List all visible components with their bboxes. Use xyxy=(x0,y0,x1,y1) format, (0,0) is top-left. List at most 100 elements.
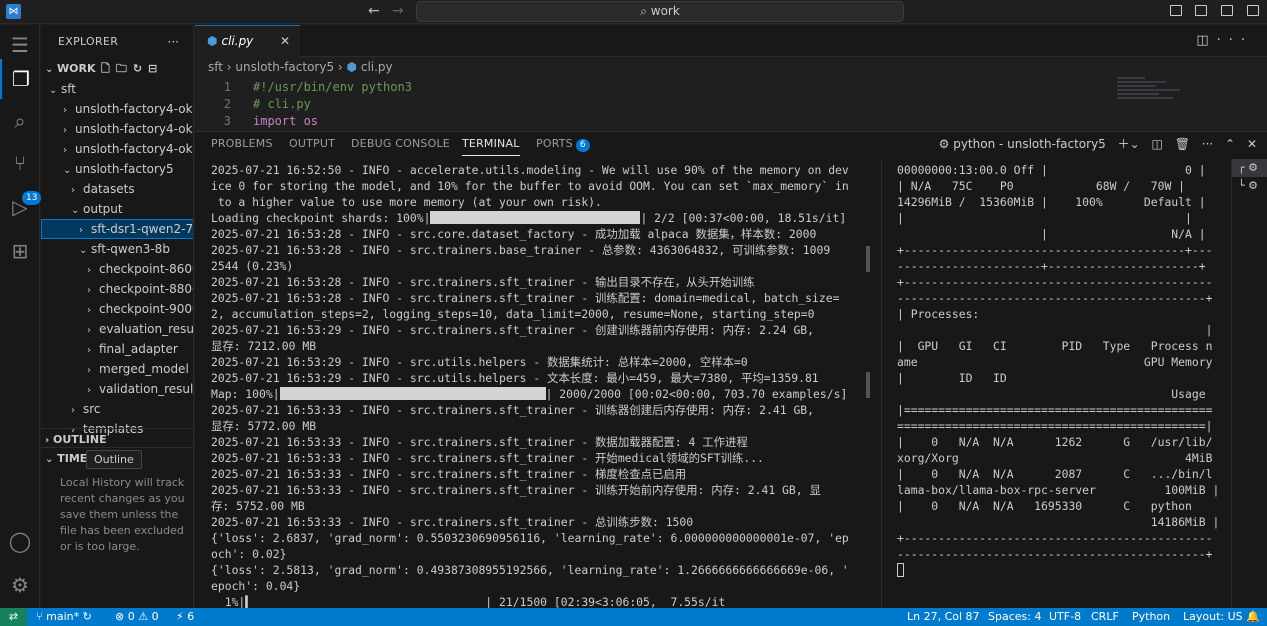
back-arrow-icon[interactable]: ← xyxy=(368,3,380,19)
breadcrumb-item[interactable]: unsloth-factory5 xyxy=(235,60,334,74)
tree-item[interactable]: › unsloth-factory4-ok5 xyxy=(41,139,194,159)
terminal-line: 2025-07-21 16:53:28 - INFO - src.core.da… xyxy=(211,227,817,241)
keyboard-layout[interactable]: Layout: US xyxy=(1183,608,1243,626)
tree-item[interactable]: ⌄ sft-qwen3-8b xyxy=(41,239,193,259)
tree-item[interactable]: › merged_model xyxy=(41,359,193,379)
chevron-right-icon: › xyxy=(87,325,91,336)
terminal-line: | xyxy=(897,323,1213,337)
tree-item[interactable]: › checkpoint-9000 xyxy=(41,299,193,319)
tree-item[interactable]: › unsloth-factory4-ok4 xyxy=(41,119,193,139)
kill-terminal-icon[interactable]: 🗑 xyxy=(1175,137,1190,151)
terminal-list-item[interactable]: └ ⚙ xyxy=(1232,177,1267,195)
extensions-icon[interactable]: ⊞ xyxy=(0,231,40,271)
tab-cli-py[interactable]: ⬢ cli.py ✕ xyxy=(195,25,300,57)
chevron-right-icon: › xyxy=(79,225,83,236)
tree-item[interactable]: › final_adapter xyxy=(41,339,193,359)
terminal-line: lama-box/llama-box-rpc-server 100MiB | xyxy=(897,483,1220,497)
tab-output[interactable]: OUTPUT xyxy=(289,132,335,156)
toggle-secondary-sidebar-icon[interactable] xyxy=(1221,5,1234,16)
toggle-primary-sidebar-icon[interactable] xyxy=(1169,5,1182,16)
editor-actions[interactable]: ◫··· xyxy=(1196,33,1253,48)
tree-item-label: output xyxy=(83,202,123,216)
language-mode[interactable]: Python xyxy=(1132,608,1170,626)
chevron-right-icon: › xyxy=(87,285,91,296)
panel-tabs: PROBLEMS OUTPUT DEBUG CONSOLE TERMINAL P… xyxy=(195,132,1267,156)
branch-item[interactable]: ⑂ main* ↻ xyxy=(36,608,92,626)
terminal-scrollbar[interactable] xyxy=(866,246,870,272)
explorer-icon[interactable]: ❐ xyxy=(0,59,40,99)
terminal-right[interactable]: 00000000:13:00.0 Off | 0 | | N/A 75C P0 6… xyxy=(897,162,1222,609)
tree-item[interactable]: › evaluation_resu... xyxy=(41,319,193,339)
chevron-down-icon: ⌄ xyxy=(71,205,80,216)
remote-icon[interactable]: ⇄ xyxy=(0,608,27,626)
command-center[interactable]: ⌕ work xyxy=(416,1,904,22)
tree-item[interactable]: › src xyxy=(41,399,193,419)
notifications-icon[interactable]: 🔔 xyxy=(1246,608,1260,626)
terminal-scrollbar[interactable] xyxy=(866,372,870,398)
ports-item[interactable]: ⚡ 6 xyxy=(176,608,194,626)
more-actions-icon[interactable]: ··· xyxy=(168,25,179,59)
terminal-line: 2025-07-21 16:52:50 - INFO - accelerate.… xyxy=(211,163,849,177)
tree-item[interactable]: › sft-dsr1-qwen2-7b xyxy=(41,219,193,239)
terminal-line: |=======================================… xyxy=(897,403,1213,417)
account-icon[interactable]: ◯ xyxy=(0,521,40,561)
line-number: 2 xyxy=(223,97,231,111)
tab-ports[interactable]: PORTS 6 xyxy=(536,132,590,156)
tree-item[interactable]: › checkpoint-8800 xyxy=(41,279,193,299)
search-icon[interactable]: ⌕ xyxy=(0,101,40,141)
breadcrumb-item[interactable]: cli.py xyxy=(361,60,393,74)
activity-bar: ☰ ❐ ⌕ ⑂ 13 ▷ ⊞ ◯ ⚙ xyxy=(0,25,42,608)
code-area[interactable]: 1 #!/usr/bin/env python3 2 # cli.py 3 impor… xyxy=(195,79,1095,130)
chevron-down-icon: ⌄ xyxy=(45,454,54,465)
terminal-line: Map: 100%| | 2000/2000 [00:02<00:00, 703.… xyxy=(211,387,848,401)
terminal-list-item[interactable]: ┌ ⚙ xyxy=(1232,159,1267,177)
tree-item[interactable]: › checkpoint-8600 xyxy=(41,259,193,279)
close-icon[interactable]: ✕ xyxy=(280,26,290,57)
settings-gear-icon[interactable]: ⚙ xyxy=(0,565,40,605)
tree-item[interactable]: › datasets xyxy=(41,179,193,199)
tab-problems[interactable]: PROBLEMS xyxy=(211,132,273,156)
terminal-list: ┌ ⚙ └ ⚙ xyxy=(1231,159,1267,609)
cursor-position[interactable]: Ln 27, Col 87 xyxy=(907,608,980,626)
terminal-line: {'loss': 2.6837, 'grad_norm': 0.55032306… xyxy=(211,531,849,545)
run-debug-icon[interactable]: ▷ xyxy=(0,187,40,227)
new-terminal-icon[interactable]: ＋⌄ xyxy=(1118,137,1140,151)
chevron-right-icon: › xyxy=(63,105,67,116)
explorer-actions[interactable]: 🗋🗀↻⊟ xyxy=(101,59,163,79)
terminal-line: Loading checkpoint shards: 100%| | 2/2 [0… xyxy=(211,211,847,225)
terminal-line: +---------------------------------------… xyxy=(897,243,1213,257)
forward-arrow-icon[interactable]: → xyxy=(392,3,404,19)
terminal-line: 2025-07-21 16:53:33 - INFO - src.trainer… xyxy=(211,451,764,465)
toggle-panel-icon[interactable] xyxy=(1195,5,1208,16)
tree-item[interactable]: › unsloth-factory4-ok3 xyxy=(41,99,193,119)
terminal-line: 14296MiB / 15360MiB | 100% Default | xyxy=(897,195,1206,209)
close-panel-icon[interactable]: ✕ xyxy=(1247,137,1257,151)
more-actions-icon[interactable]: ··· xyxy=(1202,137,1213,151)
indentation[interactable]: Spaces: 4 xyxy=(988,608,1041,626)
breadcrumb-item[interactable]: sft xyxy=(208,60,223,74)
tree-item[interactable]: › validation_results xyxy=(41,379,193,399)
workspace-root[interactable]: ⌄ WORK 🗋🗀↻⊟ xyxy=(41,59,193,79)
terminal-line: Usage | xyxy=(897,387,1222,401)
tree-item[interactable]: ⌄ unsloth-factory5 xyxy=(41,159,193,179)
terminal-line: 2, accumulation_steps=2, logging_steps=1… xyxy=(211,307,815,321)
tree-item-label: sft xyxy=(61,82,76,96)
workspace-root-label: WORK xyxy=(57,62,96,75)
problems-item[interactable]: ⊗ 0 ⚠ 0 xyxy=(115,608,159,626)
tree-item[interactable]: ⌄ output xyxy=(41,199,193,219)
tab-terminal[interactable]: TERMINAL xyxy=(462,132,520,156)
tree-item[interactable]: ⌄ sft xyxy=(41,79,193,99)
error-count: 0 xyxy=(127,610,135,623)
terminal-name[interactable]: python - unsloth-factory5 xyxy=(953,137,1106,151)
split-terminal-icon[interactable]: ◫ xyxy=(1152,137,1163,151)
tab-debug-console[interactable]: DEBUG CONSOLE xyxy=(351,132,450,156)
terminal-left[interactable]: 2025-07-21 16:52:50 - INFO - accelerate.… xyxy=(211,162,864,609)
terminal-split-divider[interactable] xyxy=(881,159,882,609)
source-control-icon[interactable]: ⑂ xyxy=(0,143,40,183)
encoding[interactable]: UTF-8 xyxy=(1049,608,1081,626)
tree-item-label: unsloth-factory4-ok5 xyxy=(75,142,194,156)
customize-layout-icon[interactable] xyxy=(1247,5,1259,16)
minimap[interactable] xyxy=(1117,75,1187,125)
line-endings[interactable]: CRLF xyxy=(1091,608,1119,626)
maximize-panel-icon[interactable]: ⌃ xyxy=(1225,137,1235,151)
